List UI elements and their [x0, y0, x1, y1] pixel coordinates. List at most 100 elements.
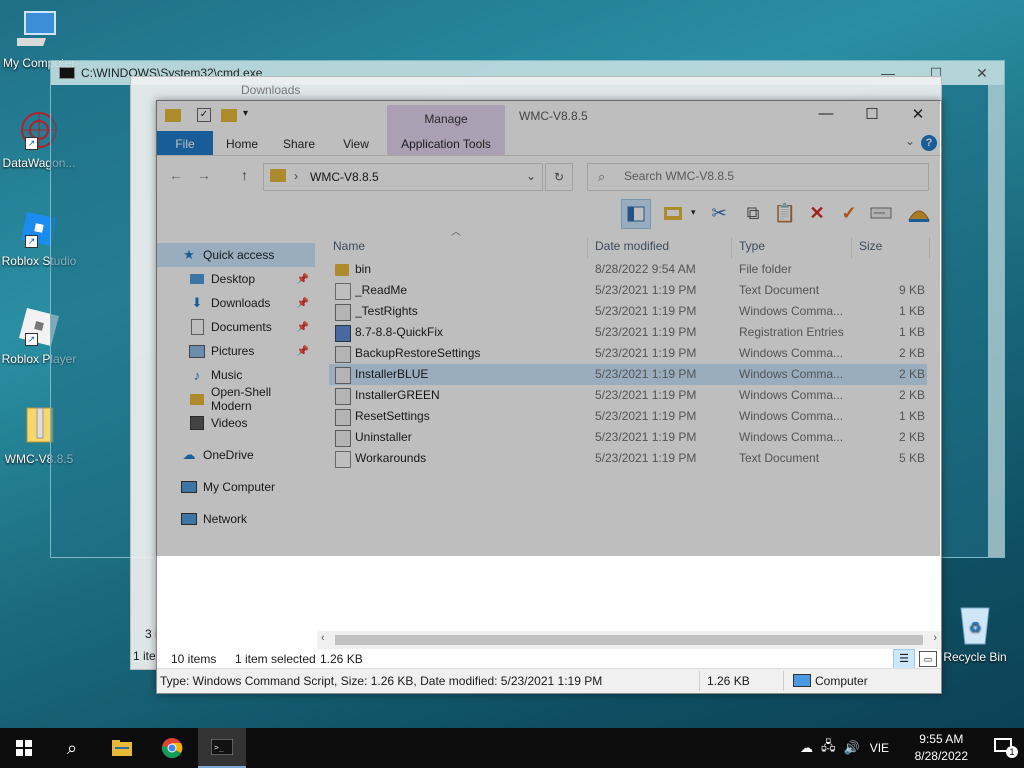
notification-center-icon[interactable]: 1: [994, 738, 1018, 758]
file-size: 1 KB: [898, 325, 925, 339]
rename-icon[interactable]: [867, 199, 895, 227]
search-input[interactable]: [622, 168, 916, 184]
chevron-down-icon[interactable]: ▾: [691, 207, 696, 218]
sidebar-item-music[interactable]: ♪ Music: [157, 363, 315, 387]
chrome-icon[interactable]: [148, 728, 196, 768]
script-file-icon: [335, 409, 351, 426]
properties-icon[interactable]: ✓: [197, 108, 211, 122]
file-row[interactable]: InstallerBLUE 5/23/2021 1:19 PM Windows Co…: [329, 364, 927, 385]
cmd-scrollbar[interactable]: [988, 85, 1004, 557]
chevron-down-icon[interactable]: ⌄: [526, 169, 536, 183]
file-name: Uninstaller: [355, 430, 412, 444]
explorer-window[interactable]: ✓ ▾ Manage WMC-V8.8.5 — ☐ ✕ File Home Sh…: [156, 100, 942, 694]
customize-toolbar-icon[interactable]: ▾: [243, 108, 248, 119]
sidebar-item-desktop[interactable]: Desktop 📌: [157, 267, 315, 291]
file-row[interactable]: Uninstaller 5/23/2021 1:19 PM Windows Comm…: [329, 427, 927, 448]
file-row[interactable]: 8.7-8.8-QuickFix 5/23/2021 1:19 PM Registr…: [329, 322, 927, 343]
paste-icon[interactable]: 📋: [771, 199, 799, 227]
file-row[interactable]: InstallerGREEN 5/23/2021 1:19 PM Windows C…: [329, 385, 927, 406]
scroll-left-icon[interactable]: ‹: [321, 632, 325, 644]
sidebar-item-label: Downloads: [211, 296, 271, 310]
selection-size: 1.26 KB: [320, 652, 363, 666]
desktop-icon-recycle-bin[interactable]: ♻ Recycle Bin: [940, 602, 1010, 664]
breadcrumb-chevron-icon[interactable]: ›: [294, 169, 298, 183]
column-divider[interactable]: [929, 237, 930, 259]
column-header-size[interactable]: Size: [859, 239, 919, 259]
column-header-name[interactable]: Name: [333, 239, 583, 259]
sidebar-item-quick-access[interactable]: ★ Quick access: [157, 243, 315, 267]
network-icon: [181, 511, 197, 527]
column-divider[interactable]: [731, 237, 732, 259]
address-bar[interactable]: › WMC-V8.8.5 ⌄: [263, 163, 543, 191]
sidebar-item-downloads[interactable]: ⬇ Downloads 📌: [157, 291, 315, 315]
back-arrow-icon[interactable]: ←: [169, 167, 183, 183]
file-row[interactable]: _ReadMe 5/23/2021 1:19 PM Text Document 9 K…: [329, 280, 927, 301]
sidebar-item-network[interactable]: Network: [157, 507, 315, 531]
tab-home[interactable]: Home: [219, 131, 265, 155]
search-box[interactable]: ⌕: [587, 163, 929, 191]
downloads-title: Downloads: [241, 83, 301, 97]
sidebar-item-label: Pictures: [211, 344, 255, 358]
file-explorer-icon[interactable]: [98, 728, 146, 768]
folder-icon[interactable]: [165, 109, 181, 122]
copy-icon[interactable]: ⧉: [739, 199, 767, 227]
maximize-button[interactable]: ☐: [849, 105, 895, 123]
sidebar-item-open-shell[interactable]: Open-Shell Modern: [157, 385, 315, 413]
scrollbar-thumb[interactable]: [335, 635, 923, 645]
minimize-button[interactable]: —: [803, 105, 849, 122]
horizontal-scrollbar[interactable]: ‹ ›: [317, 631, 941, 649]
folder-options-icon[interactable]: [659, 199, 687, 227]
start-button[interactable]: [0, 728, 48, 768]
forward-arrow-icon[interactable]: →: [197, 167, 211, 183]
file-row[interactable]: BackupRestoreSettings 5/23/2021 1:19 PM Wi…: [329, 343, 927, 364]
file-type: Text Document: [739, 451, 820, 465]
sidebar-item-my-computer[interactable]: My Computer: [157, 475, 315, 499]
language-indicator[interactable]: VIE: [870, 741, 889, 755]
sidebar-item-videos[interactable]: Videos: [157, 411, 315, 435]
expand-ribbon-icon[interactable]: ⌄: [905, 134, 915, 148]
column-divider[interactable]: [851, 237, 852, 259]
network-icon[interactable]: 🖧: [821, 737, 836, 759]
sidebar-item-onedrive[interactable]: ☁ OneDrive: [157, 443, 315, 467]
shortcut-arrow-icon: ↗: [25, 235, 38, 248]
tab-share[interactable]: Share: [277, 131, 321, 155]
desktop-icon: [189, 271, 205, 287]
close-button[interactable]: ✕: [895, 105, 941, 123]
navigation-pane-icon[interactable]: [621, 199, 651, 229]
manage-tab[interactable]: Manage: [387, 105, 505, 131]
breadcrumb[interactable]: WMC-V8.8.5: [310, 170, 379, 184]
tab-file[interactable]: File: [157, 131, 213, 155]
column-divider[interactable]: [587, 237, 588, 259]
file-row[interactable]: Workarounds 5/23/2021 1:19 PM Text Documen…: [329, 448, 927, 469]
tab-view[interactable]: View: [333, 131, 379, 155]
window-title: WMC-V8.8.5: [519, 109, 588, 123]
clock[interactable]: 9:55 AM 8/28/2022: [915, 731, 968, 765]
explorer-titlebar[interactable]: ✓ ▾ Manage WMC-V8.8.5 — ☐ ✕: [157, 101, 941, 131]
cut-icon[interactable]: ✂: [705, 199, 733, 227]
file-row[interactable]: bin 8/28/2022 9:54 AM File folder: [329, 259, 927, 280]
registry-file-icon: [335, 325, 351, 342]
tab-application-tools[interactable]: Application Tools: [387, 131, 505, 155]
file-row[interactable]: ResetSettings 5/23/2021 1:19 PM Windows Co…: [329, 406, 927, 427]
delete-icon[interactable]: ✕: [803, 199, 831, 227]
up-arrow-icon[interactable]: ↑: [241, 167, 248, 183]
volume-icon[interactable]: 🔊: [844, 740, 860, 756]
close-button[interactable]: ✕: [960, 65, 1004, 82]
new-folder-icon[interactable]: [221, 109, 237, 122]
search-icon[interactable]: ⌕: [48, 728, 96, 768]
onedrive-offline-icon[interactable]: ☁: [800, 740, 813, 756]
scroll-right-icon[interactable]: ›: [933, 632, 937, 644]
details-view-icon[interactable]: ☰: [893, 649, 915, 669]
sidebar-item-pictures[interactable]: Pictures 📌: [157, 339, 315, 363]
script-file-icon: [335, 346, 351, 363]
column-header-type[interactable]: Type: [739, 239, 849, 259]
open-shell-icon[interactable]: [905, 199, 933, 227]
sidebar-item-documents[interactable]: Documents 📌: [157, 315, 315, 339]
cmd-taskbar-icon[interactable]: >_: [198, 728, 246, 768]
help-icon[interactable]: ?: [921, 135, 937, 151]
file-row[interactable]: _TestRights 5/23/2021 1:19 PM Windows Comm…: [329, 301, 927, 322]
large-icons-view-icon[interactable]: ▭: [919, 651, 937, 667]
refresh-button[interactable]: ↻: [545, 163, 573, 191]
properties-check-icon[interactable]: ✓: [835, 199, 863, 227]
column-header-date[interactable]: Date modified: [595, 239, 735, 259]
